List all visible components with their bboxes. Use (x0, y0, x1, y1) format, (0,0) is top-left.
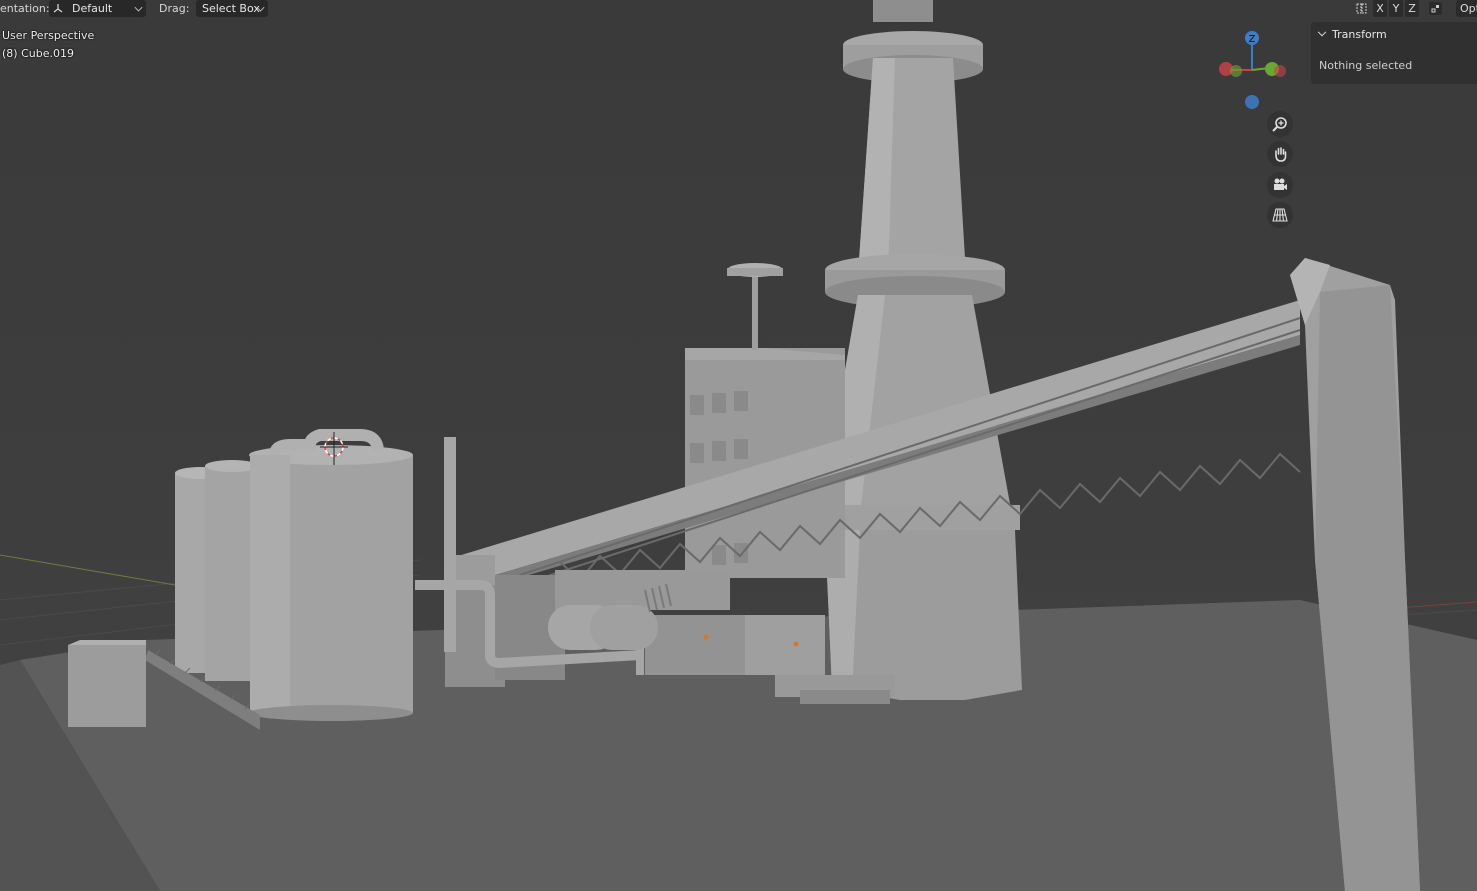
axis-x-button[interactable]: X (1373, 0, 1387, 17)
orientation-dropdown[interactable]: Default (49, 0, 146, 17)
perspective-toggle-button[interactable] (1267, 202, 1293, 228)
drag-dropdown[interactable]: Select Box (196, 0, 268, 17)
snap-icon[interactable] (1428, 1, 1443, 16)
pan-button[interactable] (1267, 141, 1293, 167)
axis-z-button[interactable]: Z (1405, 0, 1419, 17)
gizmo-z-label: Z (1249, 34, 1256, 45)
transform-panel-header[interactable]: Transform (1317, 27, 1387, 41)
orientation-value: Default (72, 2, 113, 15)
drag-label: Drag: (159, 2, 190, 15)
sidebar-panel: Transform Nothing selected (1311, 22, 1477, 84)
navigation-gizmo[interactable]: Z (1212, 26, 1292, 116)
active-object-label: (8) Cube.019 (2, 47, 74, 60)
viewport-header: entation: Default Drag: Select Box X Y Z… (0, 0, 1477, 17)
transform-status: Nothing selected (1319, 59, 1413, 72)
mirror-icon[interactable] (1354, 1, 1369, 16)
view-name: User Perspective (2, 29, 95, 42)
options-button[interactable]: Opt (1456, 0, 1477, 17)
zoom-button[interactable] (1267, 111, 1293, 137)
drag-value: Select Box (202, 2, 260, 15)
axis-y-button[interactable]: Y (1389, 0, 1403, 17)
camera-icon (1274, 178, 1287, 190)
zoom-icon (1272, 117, 1287, 132)
3d-viewport[interactable]: entation: Default Drag: Select Box X Y Z… (0, 0, 1477, 891)
transform-panel-title: Transform (1332, 28, 1387, 41)
hand-pan-icon (1275, 147, 1287, 162)
chevron-down-icon (134, 3, 143, 12)
chevron-down-icon (1317, 27, 1327, 37)
orientation-label: entation: (0, 2, 50, 15)
grid-view-icon (1272, 208, 1288, 222)
orientation-icon (53, 4, 63, 13)
scene-render (0, 0, 1477, 891)
camera-view-button[interactable] (1267, 172, 1293, 198)
